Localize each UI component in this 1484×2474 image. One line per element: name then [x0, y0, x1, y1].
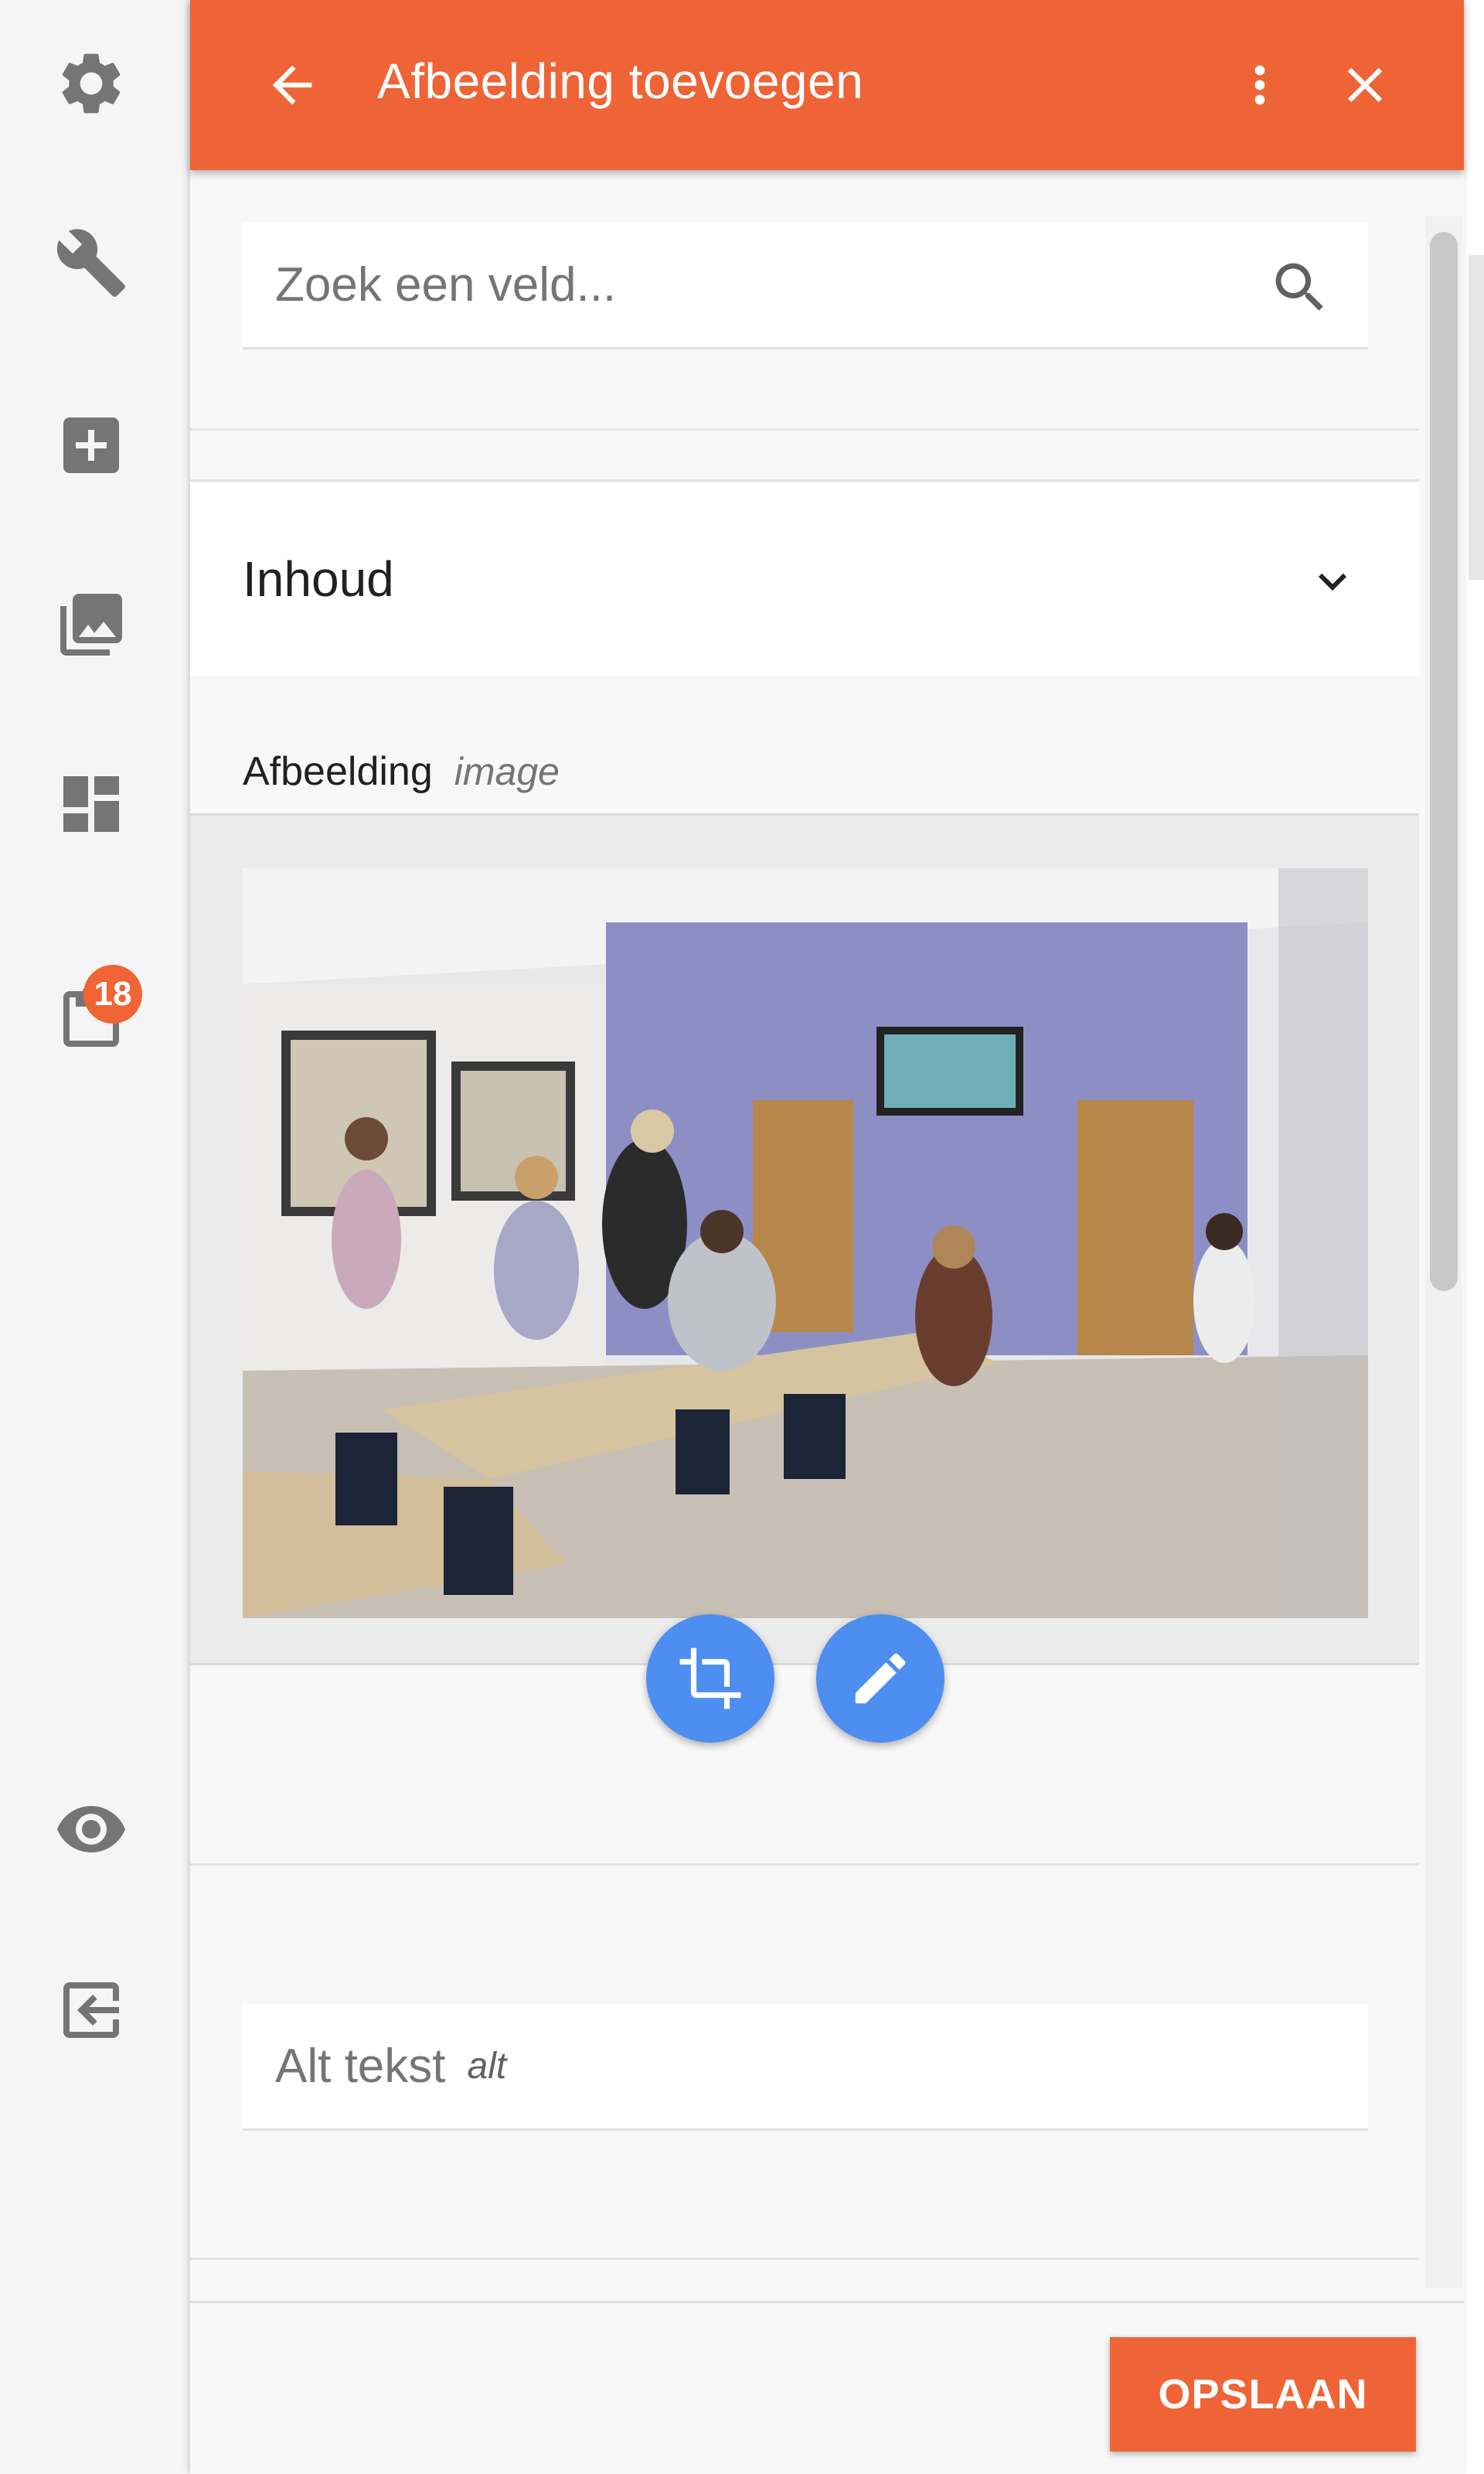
- eye-icon[interactable]: [48, 1786, 134, 1873]
- section-title: Inhoud: [243, 551, 394, 607]
- section-inhoud[interactable]: Inhoud: [190, 482, 1419, 676]
- alt-text-field[interactable]: Alt tekst alt: [243, 2004, 1368, 2131]
- logout-icon[interactable]: [48, 1967, 134, 2053]
- photo-library-icon[interactable]: [48, 581, 134, 668]
- alt-text-key: alt: [467, 2046, 507, 2087]
- panel-content: Inhoud Afbeelding image: [190, 170, 1419, 2304]
- alt-text-label: Alt tekst: [275, 2040, 446, 2093]
- clipboard-icon[interactable]: 18: [48, 965, 142, 1062]
- add-box-icon[interactable]: [48, 402, 134, 489]
- divider: [190, 479, 1419, 482]
- classroom-photo[interactable]: [243, 868, 1368, 1618]
- crop-icon: [679, 1648, 741, 1709]
- pencil-icon: [855, 1653, 906, 1704]
- edit-button[interactable]: [816, 1614, 945, 1743]
- image-field: [190, 813, 1419, 1665]
- divider: [190, 2258, 1419, 2260]
- panel-header: Afbeelding toevoegen: [190, 0, 1464, 170]
- wrench-icon[interactable]: [48, 220, 134, 306]
- search-input[interactable]: [243, 257, 1247, 312]
- field-search: [243, 223, 1368, 349]
- notification-badge: 18: [83, 965, 142, 1024]
- image-field-label: Afbeelding image: [243, 748, 560, 795]
- search-icon[interactable]: [1268, 255, 1333, 320]
- dashboard-icon[interactable]: [48, 761, 134, 847]
- sidebar: 18: [0, 0, 189, 2474]
- panel-title: Afbeelding toevoegen: [377, 53, 864, 109]
- divider: [190, 428, 1419, 431]
- add-image-panel: Afbeelding toevoegen Inhoud Afbeelding im…: [190, 0, 1464, 2474]
- divider: [190, 1863, 1419, 1866]
- image-field-key: image: [454, 750, 560, 793]
- scrollbar-thumb[interactable]: [1430, 232, 1458, 1291]
- panel-footer: OPSLAAN: [190, 2301, 1464, 2474]
- back-arrow-icon[interactable]: [246, 39, 339, 131]
- background-divider: [1469, 255, 1484, 580]
- settings-icon[interactable]: [48, 40, 134, 127]
- save-button[interactable]: OPSLAAN: [1110, 2337, 1416, 2452]
- crop-button[interactable]: [646, 1614, 774, 1743]
- more-vert-icon[interactable]: [1213, 39, 1306, 131]
- image-field-name: Afbeelding: [243, 749, 433, 794]
- chevron-down-icon[interactable]: [1305, 554, 1360, 609]
- close-icon[interactable]: [1319, 39, 1411, 131]
